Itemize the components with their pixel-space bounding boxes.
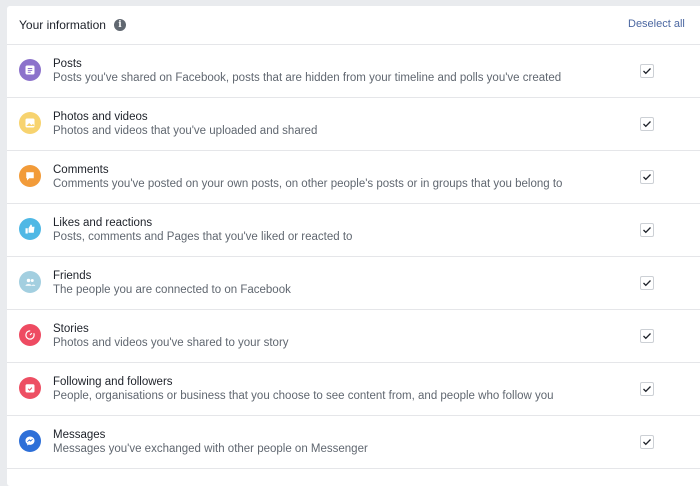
checkmark-icon [643, 439, 651, 446]
item-checkbox[interactable] [640, 117, 654, 131]
checkmark-icon [643, 227, 651, 234]
item-checkbox[interactable] [640, 170, 654, 184]
card-header: Your information i Deselect all [7, 6, 700, 45]
comment-icon [19, 165, 41, 187]
item-description: The people you are connected to on Faceb… [53, 284, 291, 296]
item-checkbox[interactable] [640, 382, 654, 396]
item-checkbox[interactable] [640, 435, 654, 449]
item-description: Photos and videos you've shared to your … [53, 337, 289, 349]
item-name: Photos and videos [53, 111, 148, 123]
deselect-all-link[interactable]: Deselect all [628, 18, 685, 30]
item-description: Messages you've exchanged with other peo… [53, 443, 368, 455]
list-item: Friends The people you are connected to … [7, 257, 700, 310]
checkmark-icon [643, 121, 651, 128]
item-checkbox[interactable] [640, 276, 654, 290]
item-checkbox[interactable] [640, 329, 654, 343]
checkmark-icon [643, 280, 651, 287]
item-checkbox[interactable] [640, 64, 654, 78]
list-item: Likes and reactions Posts, comments and … [7, 204, 700, 257]
photo-icon [19, 112, 41, 134]
item-name: Likes and reactions [53, 217, 153, 229]
item-name: Stories [53, 323, 89, 335]
item-description: People, organisations or business that y… [53, 390, 554, 402]
stories-icon [19, 324, 41, 346]
item-description: Comments you've posted on your own posts… [53, 178, 563, 190]
messenger-icon [19, 430, 41, 452]
posts-icon [19, 59, 41, 81]
thumbs-up-icon [19, 218, 41, 240]
info-icon[interactable]: i [113, 19, 126, 31]
item-description: Posts you've shared on Facebook, posts t… [53, 72, 562, 84]
item-description: Posts, comments and Pages that you've li… [53, 231, 353, 243]
item-name: Posts [53, 58, 82, 70]
item-description: Photos and videos that you've uploaded a… [53, 125, 318, 137]
list-item: Comments Comments you've posted on your … [7, 151, 700, 204]
list-item: Stories Photos and videos you've shared … [7, 310, 700, 363]
checkmark-icon [643, 333, 651, 340]
item-name: Comments [53, 164, 109, 176]
section-title: Your information [19, 18, 106, 32]
your-information-card: Your information i Deselect all Posts Po… [7, 6, 700, 486]
list-item: Messages Messages you've exchanged with … [7, 416, 700, 469]
checkmark-icon [643, 386, 651, 393]
item-name: Friends [53, 270, 92, 282]
item-checkbox[interactable] [640, 223, 654, 237]
checkmark-icon [643, 68, 651, 75]
checkmark-icon [643, 174, 651, 181]
item-name: Following and followers [53, 376, 173, 388]
list-item: Posts Posts you've shared on Facebook, p… [7, 45, 700, 98]
list-item: Photos and videos Photos and videos that… [7, 98, 700, 151]
following-icon [19, 377, 41, 399]
friends-icon [19, 271, 41, 293]
item-name: Messages [53, 429, 106, 441]
list-item: Following and followers People, organisa… [7, 363, 700, 416]
